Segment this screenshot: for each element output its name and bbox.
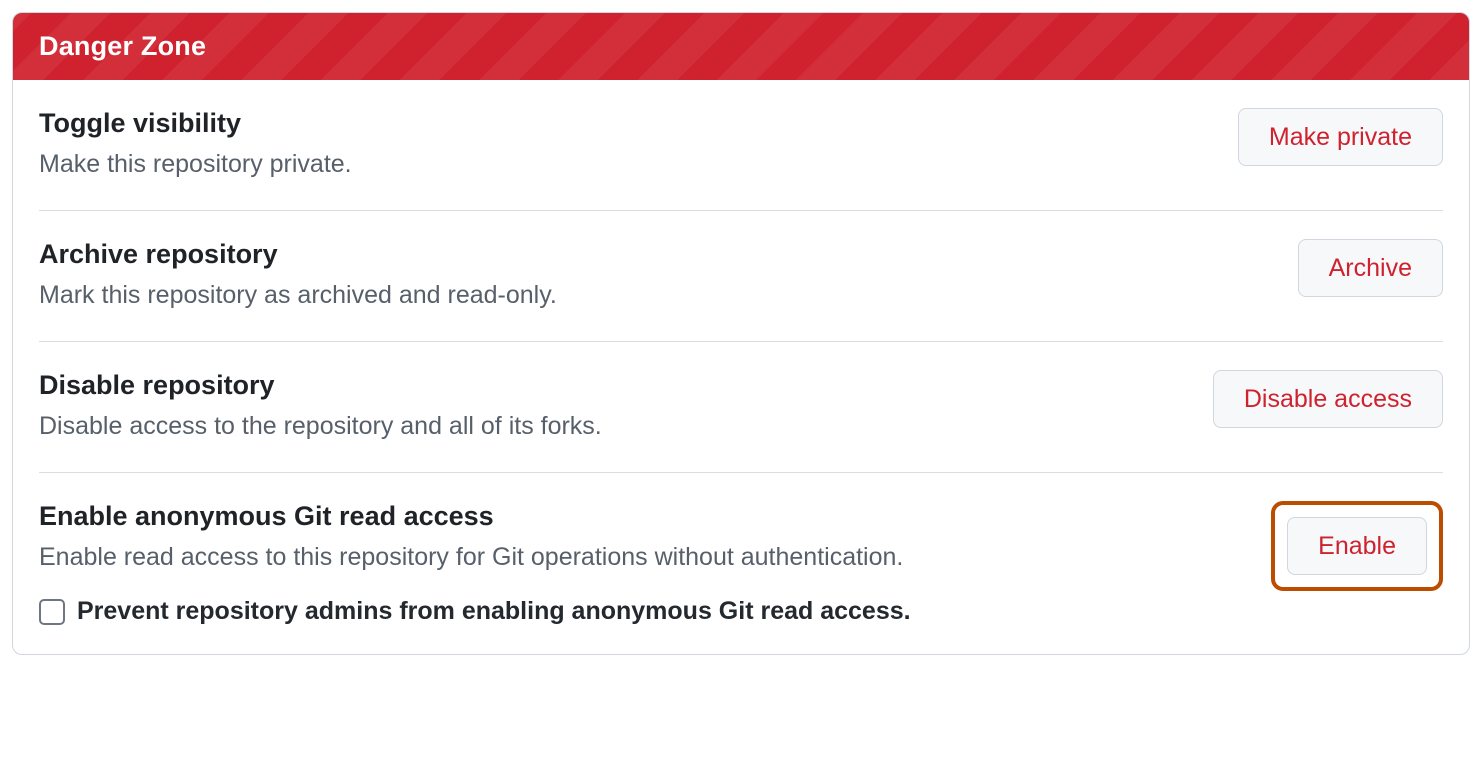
item-text: Enable anonymous Git read access Enable …: [39, 501, 1247, 626]
danger-zone-item-disable: Disable repository Disable access to the…: [39, 342, 1443, 473]
danger-zone-panel: Danger Zone Toggle visibility Make this …: [12, 12, 1470, 655]
item-text: Disable repository Disable access to the…: [39, 370, 1189, 444]
prevent-admins-checkbox[interactable]: [39, 599, 65, 625]
item-text: Archive repository Mark this repository …: [39, 239, 1274, 313]
item-text: Toggle visibility Make this repository p…: [39, 108, 1214, 182]
item-title: Archive repository: [39, 239, 1274, 270]
archive-button[interactable]: Archive: [1298, 239, 1443, 297]
prevent-admins-row: Prevent repository admins from enabling …: [39, 597, 1247, 626]
disable-access-button[interactable]: Disable access: [1213, 370, 1443, 428]
danger-zone-item-anonymous-git: Enable anonymous Git read access Enable …: [39, 473, 1443, 654]
item-desc: Make this repository private.: [39, 147, 1214, 182]
item-title: Disable repository: [39, 370, 1189, 401]
enable-anonymous-git-button[interactable]: Enable: [1287, 517, 1427, 575]
danger-zone-header: Danger Zone: [13, 13, 1469, 80]
prevent-admins-label: Prevent repository admins from enabling …: [77, 597, 911, 626]
danger-zone-item-visibility: Toggle visibility Make this repository p…: [39, 80, 1443, 211]
item-title: Enable anonymous Git read access: [39, 501, 1247, 532]
danger-zone-body: Toggle visibility Make this repository p…: [13, 80, 1469, 654]
enable-button-highlight: Enable: [1271, 501, 1443, 591]
item-desc: Disable access to the repository and all…: [39, 409, 1189, 444]
item-title: Toggle visibility: [39, 108, 1214, 139]
item-desc: Enable read access to this repository fo…: [39, 540, 1247, 575]
make-private-button[interactable]: Make private: [1238, 108, 1443, 166]
danger-zone-item-archive: Archive repository Mark this repository …: [39, 211, 1443, 342]
item-desc: Mark this repository as archived and rea…: [39, 278, 1274, 313]
